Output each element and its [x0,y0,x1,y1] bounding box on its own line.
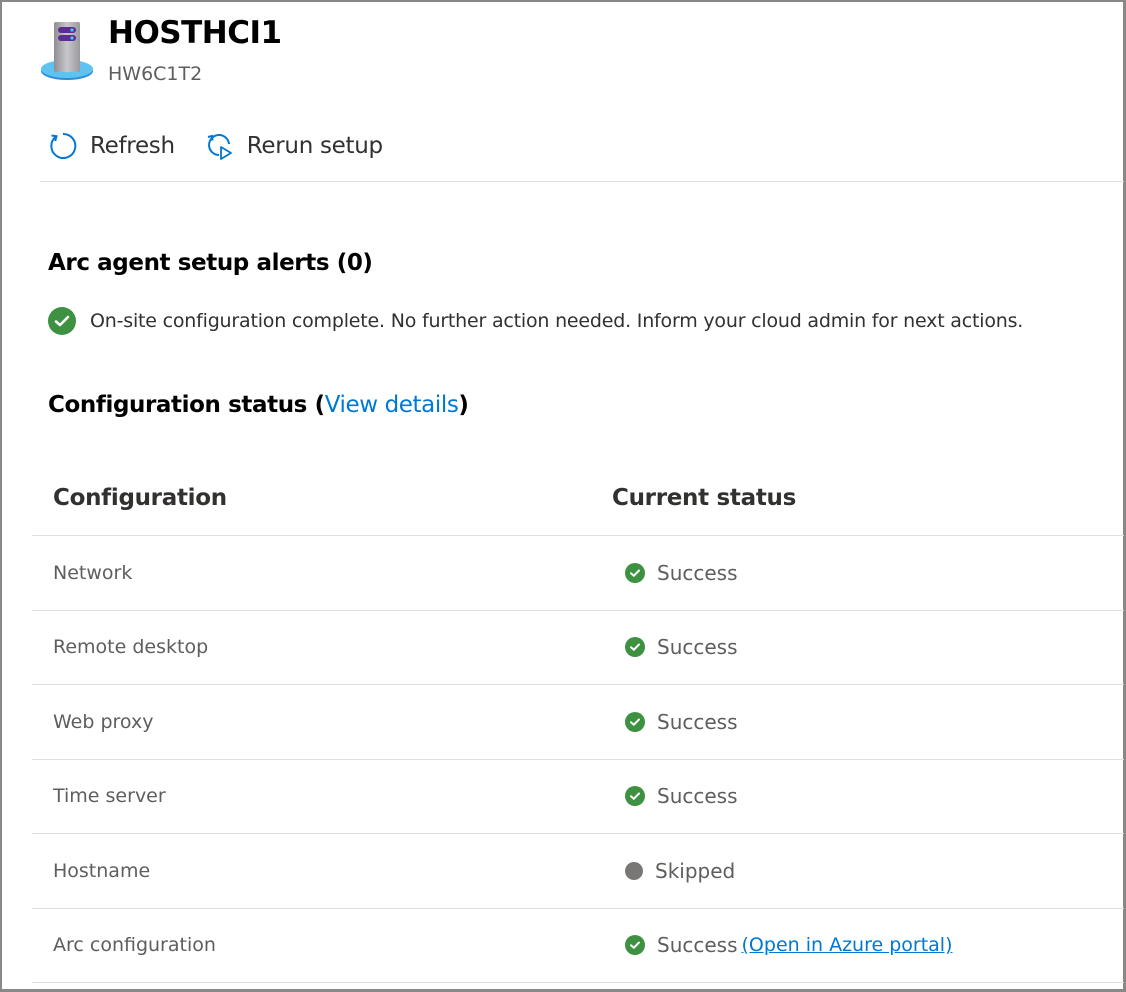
config-name: Network [53,561,133,584]
status-text: Success [657,784,738,809]
alert-message: On-site configuration complete. No furth… [90,310,1024,332]
status-text: Success [657,560,738,585]
skipped-dot-icon [625,861,643,880]
rerun-setup-label: Rerun setup [246,133,383,159]
success-check-icon [625,711,645,732]
alert-message-row: On-site configuration complete. No furth… [48,307,1023,335]
config-name: Web proxy [53,710,154,733]
table-row: Web proxy Success [32,685,1124,760]
view-details-link[interactable]: View details [325,392,459,418]
config-name: Time server [53,785,166,808]
status-text: Skipped [655,858,736,883]
success-check-icon [625,786,645,807]
status-cell: Success [592,635,738,659]
status-cell: Success (Open in Azure portal) [592,933,953,957]
rerun-setup-button[interactable]: Rerun setup [197,124,391,168]
success-check-icon [625,637,645,658]
page-subtitle: HW6C1T2 [108,63,203,85]
table-row: Time server Success [32,760,1124,834]
status-cell: Success [592,561,738,585]
table-header-row: Configuration Current status [32,460,1124,536]
table-row: Network Success [32,536,1124,611]
config-name: Hostname [53,859,151,882]
column-header-current-status: Current status [612,484,796,511]
status-text: Success [657,933,738,958]
open-in-azure-portal-link[interactable]: (Open in Azure portal) [742,934,953,956]
column-header-configuration: Configuration [53,484,227,511]
rerun-icon [207,134,232,160]
status-cell: Skipped [592,859,735,883]
server-icon [41,22,93,80]
config-status-title: Configuration status ( [48,392,325,418]
refresh-icon [50,132,77,159]
config-status-heading: Configuration status (View details) [48,392,469,418]
table-row: Arc configuration Success (Open in Azure… [32,909,1124,983]
refresh-label: Refresh [90,133,175,159]
config-status-close-paren: ) [458,392,469,418]
table-row: Hostname Skipped [32,834,1124,909]
config-name: Arc configuration [53,934,216,957]
config-name: Remote desktop [53,636,209,659]
refresh-button[interactable]: Refresh [40,124,183,168]
table-row: Remote desktop Success [32,611,1124,685]
success-check-icon [625,562,645,583]
page-title: HOSTHCI1 [108,15,282,51]
status-text: Success [657,709,738,734]
success-check-icon [48,307,76,335]
status-text: Success [657,635,738,660]
status-cell: Success [592,784,738,808]
success-check-icon [625,935,645,956]
command-bar: Refresh Rerun setup [40,124,1124,182]
configuration-table: Configuration Current status Network Suc… [32,460,1124,983]
alerts-heading: Arc agent setup alerts (0) [48,250,373,276]
page-header: HOSTHCI1 HW6C1T2 [40,14,282,86]
status-cell: Success [592,710,738,734]
